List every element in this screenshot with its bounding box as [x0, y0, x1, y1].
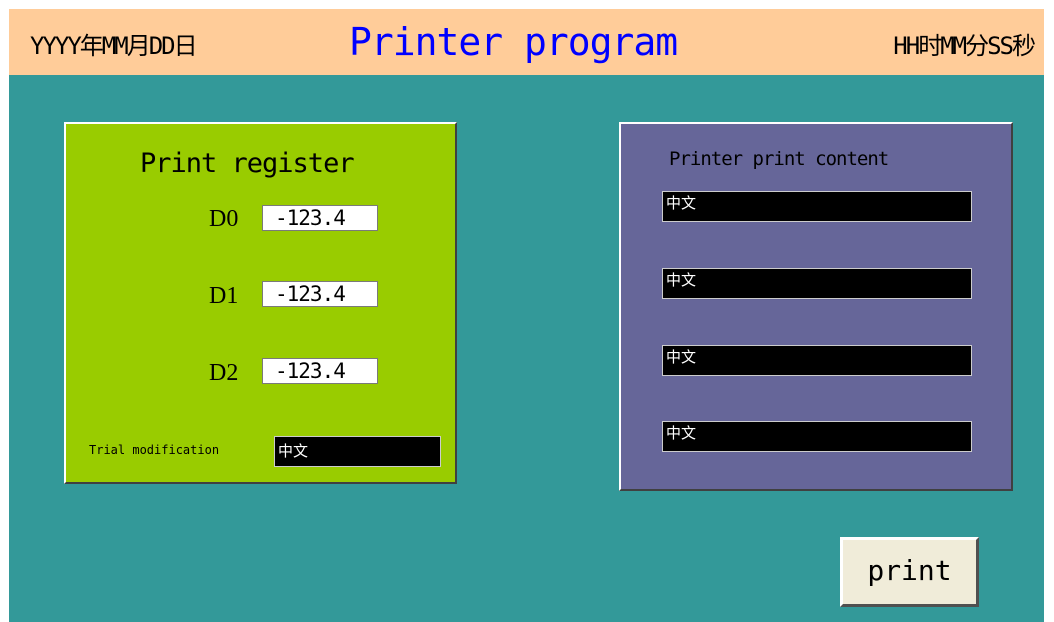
print-content-field-2[interactable]: 中文	[662, 268, 972, 299]
print-button[interactable]: print	[840, 537, 979, 607]
register-label-d1: D1	[209, 283, 239, 309]
print-register-title: Print register	[140, 148, 355, 179]
hmi-screen: YYYY年MM月DD日 Printer program HH时MM分SS秒 Pr…	[9, 9, 1044, 622]
print-register-panel: Print register D0 -123.4 D1 -123.4 D2 -1…	[64, 122, 457, 484]
date-display: YYYY年MM月DD日	[30, 32, 198, 60]
register-value-d0[interactable]: -123.4	[262, 205, 378, 231]
print-content-field-3[interactable]: 中文	[662, 345, 972, 376]
register-label-d0: D0	[209, 206, 239, 232]
register-label-d2: D2	[209, 360, 239, 386]
page-title: Printer program	[349, 20, 678, 64]
trial-modification-field[interactable]: 中文	[274, 436, 441, 467]
trial-modification-label: Trial modification	[89, 443, 220, 457]
title-bar: YYYY年MM月DD日 Printer program HH时MM分SS秒	[9, 9, 1044, 75]
time-display: HH时MM分SS秒	[893, 32, 1036, 60]
register-value-d2[interactable]: -123.4	[262, 358, 378, 384]
print-content-field-1[interactable]: 中文	[662, 191, 972, 222]
print-content-title: Printer print content	[669, 148, 889, 170]
print-content-field-4[interactable]: 中文	[662, 421, 972, 452]
register-value-d1[interactable]: -123.4	[262, 281, 378, 307]
print-content-panel: Printer print content 中文 中文 中文 中文	[619, 122, 1013, 491]
